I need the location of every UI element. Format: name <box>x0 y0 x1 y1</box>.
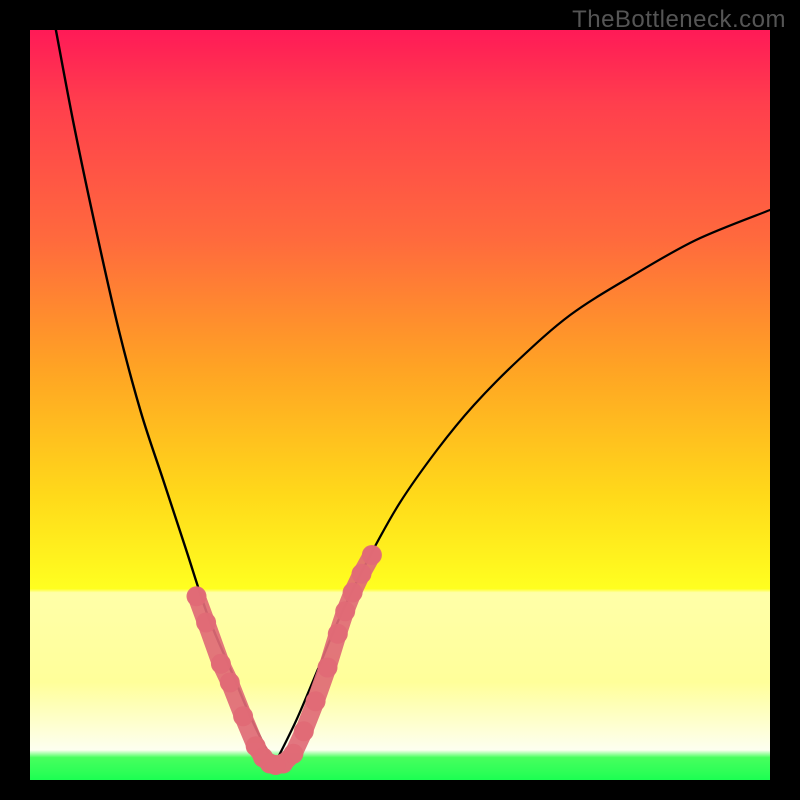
bead-dot <box>233 706 253 726</box>
plot-area <box>30 30 770 780</box>
bead-dot <box>335 601 355 621</box>
bead-dot <box>220 673 240 693</box>
bead-dot <box>187 586 207 606</box>
bead-dot <box>318 658 338 678</box>
bead-overlay <box>187 545 382 775</box>
bead-dot <box>283 744 303 764</box>
bead-dot <box>294 721 314 741</box>
bead-dot <box>211 654 231 674</box>
bead-dot <box>328 624 348 644</box>
curve-layer <box>30 30 770 780</box>
bead-dot <box>362 545 382 565</box>
watermark-text: TheBottleneck.com <box>572 6 786 34</box>
bead-dot <box>306 691 326 711</box>
bead-dot <box>352 564 372 584</box>
bead-dot <box>196 613 216 633</box>
curve-left-branch <box>56 30 274 765</box>
bead-dot <box>343 583 363 603</box>
chart-frame: TheBottleneck.com <box>0 0 800 800</box>
curve-right-branch <box>274 210 770 765</box>
